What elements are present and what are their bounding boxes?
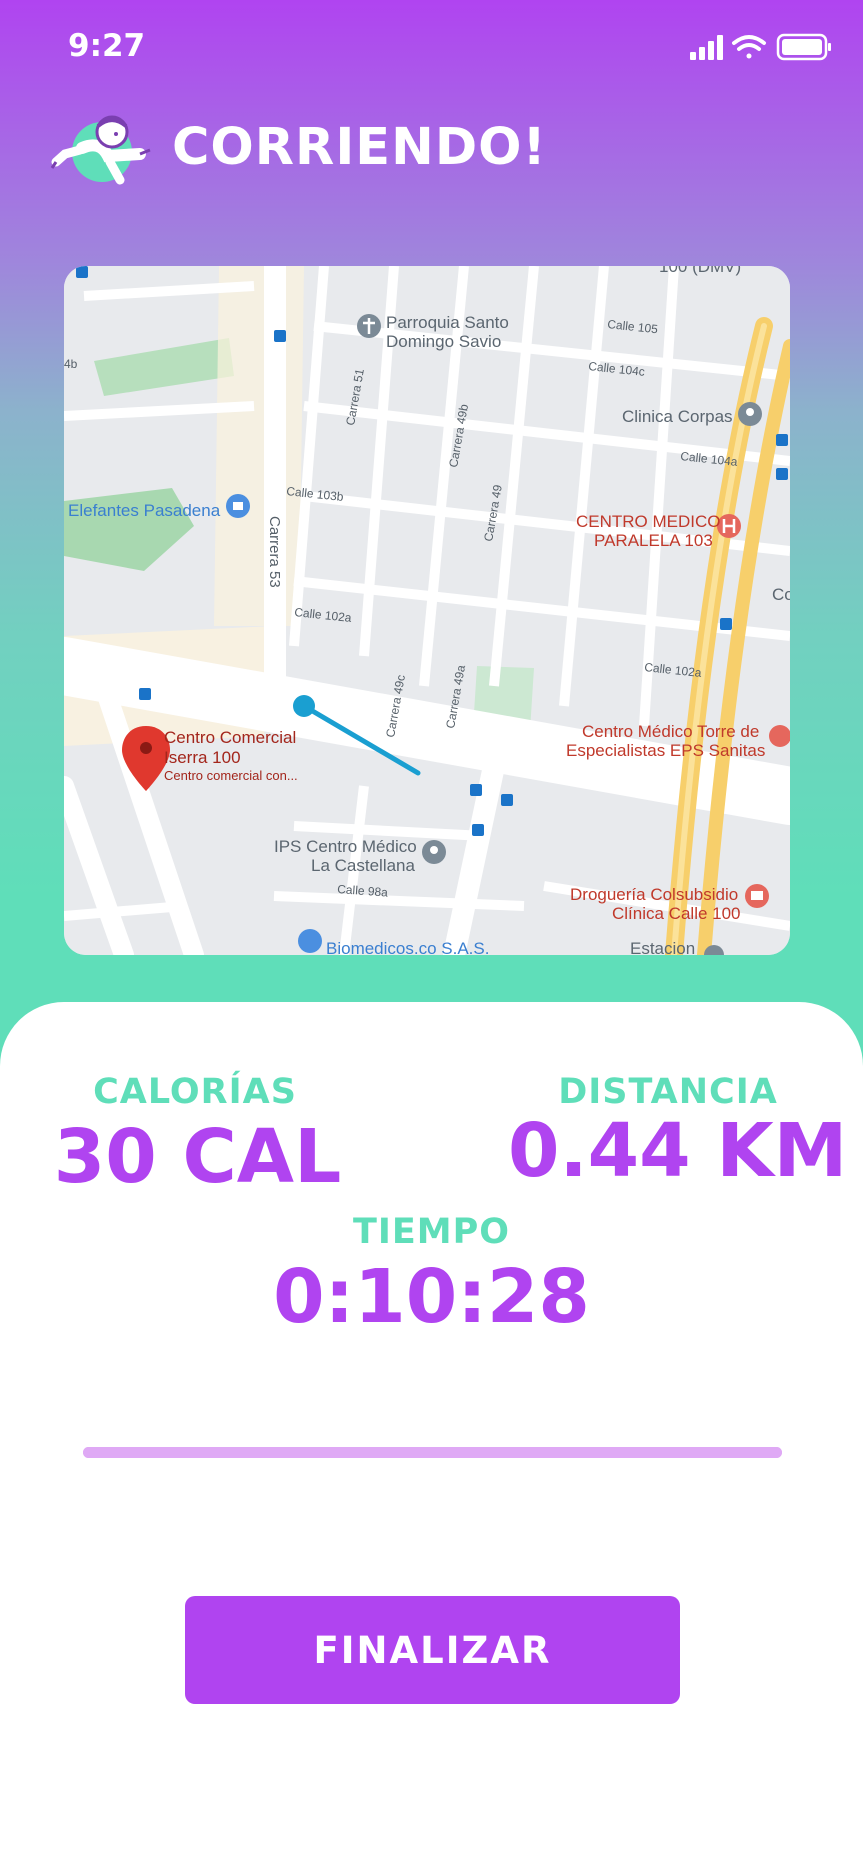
- map-label-drogueria-1: Droguería Colsubsidio: [570, 885, 738, 904]
- app-title: CORRIENDO!: [172, 118, 547, 177]
- map-label-ips-1: IPS Centro Médico: [274, 837, 417, 856]
- map-label-right-partial: Co: [772, 585, 790, 604]
- calories-value: 30 CAL: [53, 1114, 342, 1200]
- street-carrera-53: Carrera 53: [266, 516, 283, 588]
- map-label-ips-2: La Castellana: [311, 856, 416, 875]
- status-time: 9:27: [68, 28, 146, 64]
- battery-icon: [776, 33, 831, 61]
- map-label-torre-2: Especialistas EPS Sanitas: [566, 741, 765, 760]
- map-label-elefantes: Elefantes Pasadena: [68, 501, 221, 520]
- hospital-pin-icon: [769, 725, 790, 747]
- app-header: CORRIENDO!: [50, 110, 750, 190]
- time-label: TIEMPO: [352, 1212, 511, 1252]
- route-map[interactable]: Parroquia Santo Domingo Savio Clinica Co…: [64, 266, 790, 955]
- shopping-pin-icon: [298, 929, 322, 953]
- map-label-torre-1: Centro Médico Torre de: [582, 722, 759, 741]
- map-label-top-partial: 100 (DMV): [659, 266, 741, 276]
- status-icons: [690, 33, 831, 61]
- map-label-biomedicos: Biomedicos.co S.A.S.: [326, 939, 489, 955]
- progress-bar: [83, 1447, 782, 1458]
- map-label-estacion: Estacion: [630, 939, 695, 955]
- map-label-centro-comercial-2: Iserra 100: [164, 748, 241, 767]
- shopping-pin-icon: [226, 494, 250, 518]
- map-label-parroquia-2: Domingo Savio: [386, 332, 501, 351]
- map-canvas: Parroquia Santo Domingo Savio Clinica Co…: [64, 266, 790, 955]
- progress-fill: [83, 1447, 782, 1458]
- map-label-centro-comercial-1: Centro Comercial: [164, 728, 296, 747]
- street-4b: 4b: [64, 357, 78, 371]
- map-label-parroquia-1: Parroquia Santo: [386, 313, 509, 332]
- map-label-clinica-corpas: Clinica Corpas: [622, 407, 733, 426]
- wifi-icon: [732, 35, 766, 59]
- map-label-centro-comercial-3: Centro comercial con...: [164, 768, 298, 783]
- finish-button[interactable]: FINALIZAR: [185, 1596, 680, 1704]
- map-label-centro-medico-2: PARALELA 103: [594, 531, 713, 550]
- place-pin-icon: [738, 402, 762, 426]
- distance-value: 0.44 KM: [508, 1108, 848, 1194]
- calories-label: CALORÍAS: [93, 1072, 297, 1112]
- runner-logo-icon: [50, 115, 151, 185]
- map-label-drogueria-2: Clínica Calle 100: [612, 904, 741, 923]
- church-pin-icon: [357, 314, 381, 338]
- pharmacy-pin-icon: [745, 884, 769, 908]
- hospital-pin-icon: [717, 514, 741, 538]
- distance-label: DISTANCIA: [558, 1072, 778, 1112]
- map-label-centro-medico-1: CENTRO MEDICO: [576, 512, 721, 531]
- signal-icon: [690, 35, 723, 60]
- time-value: 0:10:28: [273, 1254, 590, 1340]
- place-pin-icon: [422, 840, 446, 864]
